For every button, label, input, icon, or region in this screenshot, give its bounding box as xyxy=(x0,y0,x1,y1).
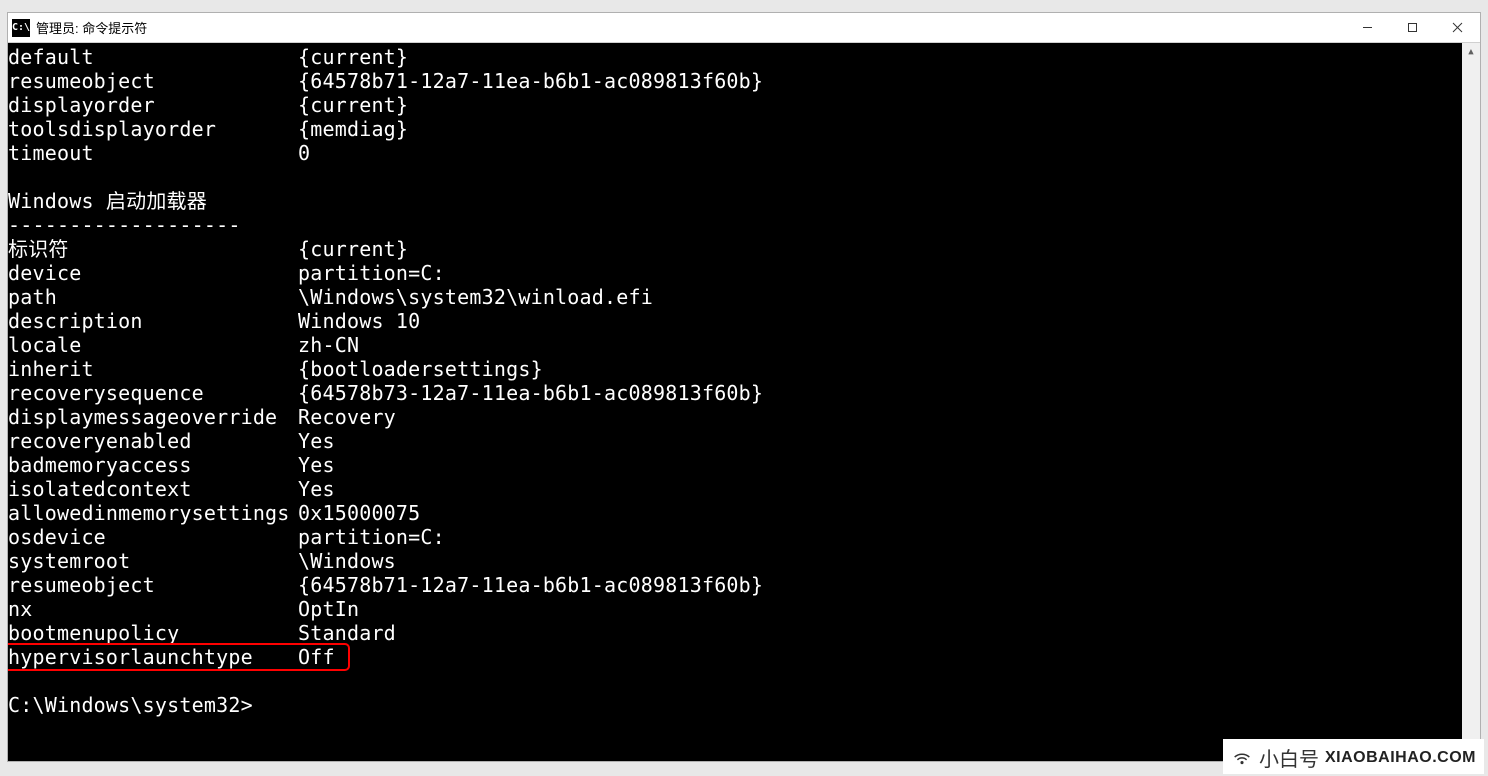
window-title: 管理员: 命令提示符 xyxy=(36,18,147,37)
row-key: badmemoryaccess xyxy=(8,453,298,477)
row-key: 标识符 xyxy=(8,237,298,261)
row-value: Off xyxy=(298,645,335,669)
row-key: hypervisorlaunchtype xyxy=(8,645,298,669)
row-key: isolatedcontext xyxy=(8,477,298,501)
maximize-button[interactable] xyxy=(1390,13,1435,42)
watermark-brand: 小白号 XIAOBAIHAO.COM xyxy=(1223,739,1484,774)
prompt-line[interactable]: C:\Windows\system32> xyxy=(8,693,1462,717)
row-key: nx xyxy=(8,597,298,621)
row-key: displayorder xyxy=(8,93,298,117)
console-row: recoverysequence{64578b73-12a7-11ea-b6b1… xyxy=(8,381,1462,405)
console-row: default{current} xyxy=(8,45,1462,69)
scroll-up-button[interactable]: ▲ xyxy=(1462,43,1480,61)
row-key: locale xyxy=(8,333,298,357)
console-body: default{current}resumeobject{64578b71-12… xyxy=(8,43,1480,761)
row-value: Yes xyxy=(298,477,335,501)
row-key: osdevice xyxy=(8,525,298,549)
row-key: inherit xyxy=(8,357,298,381)
row-key: description xyxy=(8,309,298,333)
console-row: displaymessageoverrideRecovery xyxy=(8,405,1462,429)
titlebar[interactable]: C:\ 管理员: 命令提示符 xyxy=(8,13,1480,43)
scrollbar-vertical[interactable]: ▲ ▼ xyxy=(1462,43,1480,761)
row-value: {current} xyxy=(298,237,408,261)
row-value: {64578b71-12a7-11ea-b6b1-ac089813f60b} xyxy=(298,573,763,597)
row-key: default xyxy=(8,45,298,69)
row-key: toolsdisplayorder xyxy=(8,117,298,141)
row-value: partition=C: xyxy=(298,525,445,549)
row-value: 0x15000075 xyxy=(298,501,420,525)
row-key: allowedinmemorysettings xyxy=(8,501,298,525)
row-value: Yes xyxy=(298,453,335,477)
row-value: zh-CN xyxy=(298,333,359,357)
console-row: osdevicepartition=C: xyxy=(8,525,1462,549)
console-row: resumeobject{64578b71-12a7-11ea-b6b1-ac0… xyxy=(8,69,1462,93)
row-value: OptIn xyxy=(298,597,359,621)
row-key: timeout xyxy=(8,141,298,165)
row-value: Standard xyxy=(298,621,396,645)
row-key: displaymessageoverride xyxy=(8,405,298,429)
close-button[interactable] xyxy=(1435,13,1480,42)
row-key: bootmenupolicy xyxy=(8,621,298,645)
row-value: {bootloadersettings} xyxy=(298,357,543,381)
console-row: recoveryenabledYes xyxy=(8,429,1462,453)
row-key: recoverysequence xyxy=(8,381,298,405)
row-key: systemroot xyxy=(8,549,298,573)
row-value: 0 xyxy=(298,141,310,165)
console-row: path\Windows\system32\winload.efi xyxy=(8,285,1462,309)
console-row: displayorder{current} xyxy=(8,93,1462,117)
window-controls xyxy=(1345,13,1480,42)
console-row: localezh-CN xyxy=(8,333,1462,357)
row-value: Recovery xyxy=(298,405,396,429)
section-underline: ------------------- xyxy=(8,213,1462,237)
console-row: badmemoryaccessYes xyxy=(8,453,1462,477)
brand-cn: 小白号 xyxy=(1259,743,1319,772)
row-value: {64578b71-12a7-11ea-b6b1-ac089813f60b} xyxy=(298,69,763,93)
row-value: {memdiag} xyxy=(298,117,408,141)
row-value: {current} xyxy=(298,45,408,69)
console-row: hypervisorlaunchtypeOff xyxy=(8,645,1462,669)
row-value: Windows 10 xyxy=(298,309,420,333)
console-row: inherit{bootloadersettings} xyxy=(8,357,1462,381)
minimize-button[interactable] xyxy=(1345,13,1390,42)
wifi-icon xyxy=(1231,747,1253,769)
cmd-icon: C:\ xyxy=(12,19,30,37)
console-row: resumeobject{64578b71-12a7-11ea-b6b1-ac0… xyxy=(8,573,1462,597)
row-value: {64578b73-12a7-11ea-b6b1-ac089813f60b} xyxy=(298,381,763,405)
console-row: bootmenupolicyStandard xyxy=(8,621,1462,645)
brand-en: XIAOBAIHAO.COM xyxy=(1325,749,1476,767)
scroll-track[interactable] xyxy=(1462,61,1480,743)
row-key: resumeobject xyxy=(8,573,298,597)
console-row: systemroot\Windows xyxy=(8,549,1462,573)
row-key: path xyxy=(8,285,298,309)
console-row: descriptionWindows 10 xyxy=(8,309,1462,333)
console-row: nxOptIn xyxy=(8,597,1462,621)
blank-line xyxy=(8,669,1462,693)
console-row: allowedinmemorysettings0x15000075 xyxy=(8,501,1462,525)
cmd-window: C:\ 管理员: 命令提示符 default{current}resumeobj… xyxy=(7,12,1481,762)
console-row: timeout0 xyxy=(8,141,1462,165)
console-row: toolsdisplayorder{memdiag} xyxy=(8,117,1462,141)
console-row: devicepartition=C: xyxy=(8,261,1462,285)
row-value: {current} xyxy=(298,93,408,117)
row-key: recoveryenabled xyxy=(8,429,298,453)
row-value: \Windows xyxy=(298,549,396,573)
row-key: resumeobject xyxy=(8,69,298,93)
row-key: device xyxy=(8,261,298,285)
console-row: 标识符{current} xyxy=(8,237,1462,261)
row-value: \Windows\system32\winload.efi xyxy=(298,285,653,309)
console-output[interactable]: default{current}resumeobject{64578b71-12… xyxy=(8,43,1462,761)
section-title: Windows 启动加载器 xyxy=(8,189,1462,213)
console-row: isolatedcontextYes xyxy=(8,477,1462,501)
row-value: partition=C: xyxy=(298,261,445,285)
row-value: Yes xyxy=(298,429,335,453)
